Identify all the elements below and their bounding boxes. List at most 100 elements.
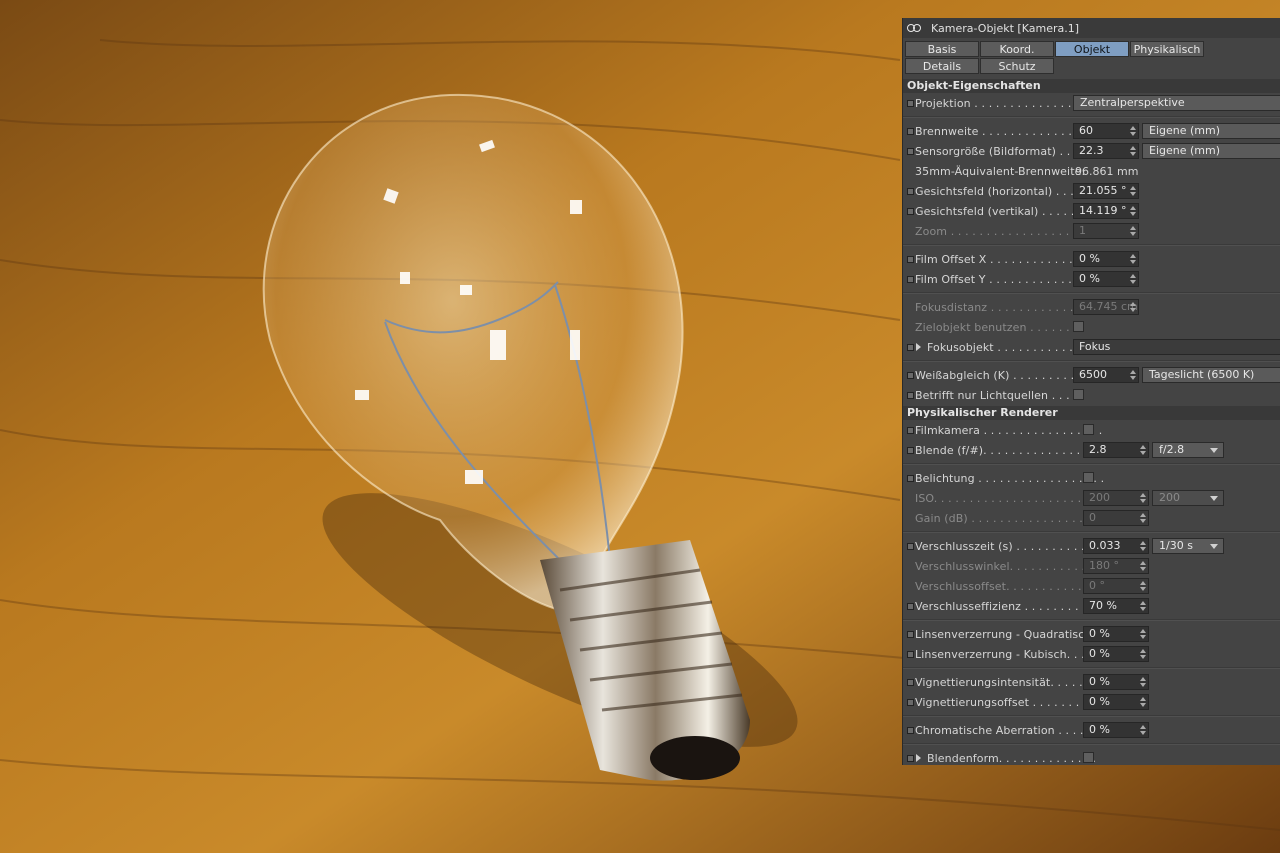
- attribute-manager-panel: Kamera-Objekt [Kamera.1] Basis Koord. Ob…: [902, 18, 1280, 765]
- tab-schutz[interactable]: Schutz: [980, 58, 1054, 74]
- spinner-arrows-icon[interactable]: [1140, 697, 1146, 707]
- spinner-arrows-icon: [1140, 513, 1146, 523]
- film-offset-y-input[interactable]: 0 %: [1073, 271, 1139, 287]
- exposure-checkbox[interactable]: [1083, 472, 1094, 483]
- spinner-arrows-icon[interactable]: [1140, 629, 1146, 639]
- shutter-offset-label: Verschlussoffset. . . . . . . . . . . .: [915, 580, 1089, 593]
- expand-triangle-icon[interactable]: [916, 754, 921, 762]
- animation-dot-icon[interactable]: [907, 475, 914, 482]
- film-camera-checkbox[interactable]: [1083, 424, 1094, 435]
- projection-dropdown[interactable]: Zentralperspektive: [1073, 95, 1280, 111]
- film-offset-y-value: 0 %: [1079, 272, 1100, 285]
- row-lights-only: Betrifft nur Lichtquellen . . . . .: [903, 385, 1280, 405]
- spinner-arrows-icon[interactable]: [1140, 541, 1146, 551]
- spinner-arrows-icon: [1140, 493, 1146, 503]
- vignette-offset-input[interactable]: 0 %: [1083, 694, 1149, 710]
- spinner-arrows-icon[interactable]: [1130, 274, 1136, 284]
- animation-dot-icon[interactable]: [907, 148, 914, 155]
- shutter-offset-value: 0 °: [1089, 579, 1105, 592]
- focus-object-link-field[interactable]: Fokus: [1073, 339, 1280, 355]
- focus-object-label: Fokusobjekt . . . . . . . . . . . . . .: [927, 341, 1095, 354]
- animation-dot-icon[interactable]: [907, 755, 914, 762]
- sensor-size-input[interactable]: 22.3: [1073, 143, 1139, 159]
- row-shutter-offset: Verschlussoffset. . . . . . . . . . . . …: [903, 576, 1280, 596]
- lens-quadratic-label: Linsenverzerrung - Quadratisch: [915, 628, 1092, 641]
- animation-dot-icon[interactable]: [907, 188, 914, 195]
- row-aperture: Blende (f/#). . . . . . . . . . . . . . …: [903, 440, 1280, 460]
- spinner-arrows-icon[interactable]: [1130, 126, 1136, 136]
- animation-dot-icon[interactable]: [907, 631, 914, 638]
- animation-dot-icon[interactable]: [907, 256, 914, 263]
- spinner-arrows-icon[interactable]: [1140, 725, 1146, 735]
- divider: [903, 715, 1280, 717]
- sensor-size-preset-dropdown[interactable]: Eigene (mm): [1142, 143, 1280, 159]
- film-offset-x-input[interactable]: 0 %: [1073, 251, 1139, 267]
- row-chromatic-aberration: Chromatische Aberration . . . . . 0 %: [903, 720, 1280, 740]
- projection-value: Zentralperspektive: [1080, 96, 1185, 109]
- divider: [903, 667, 1280, 669]
- lens-cubic-label: Linsenverzerrung - Kubisch. . . .: [915, 648, 1092, 661]
- fov-vertical-input[interactable]: 14.119 °: [1073, 203, 1139, 219]
- white-balance-value: 6500: [1079, 368, 1107, 381]
- animation-dot-icon[interactable]: [907, 651, 914, 658]
- spinner-arrows-icon[interactable]: [1130, 146, 1136, 156]
- spinner-arrows-icon[interactable]: [1130, 206, 1136, 216]
- spinner-arrows-icon[interactable]: [1140, 649, 1146, 659]
- film-offset-x-label: Film Offset X . . . . . . . . . . . . . …: [915, 253, 1088, 266]
- white-balance-label: Weißabgleich (K) . . . . . . . . . . .: [915, 369, 1089, 382]
- spinner-arrows-icon[interactable]: [1130, 254, 1136, 264]
- animation-dot-icon[interactable]: [907, 679, 914, 686]
- shutter-efficiency-input[interactable]: 70 %: [1083, 598, 1149, 614]
- animation-dot-icon[interactable]: [907, 276, 914, 283]
- row-zoom: Zoom . . . . . . . . . . . . . . . . . .…: [903, 221, 1280, 241]
- shutter-speed-preset-dropdown[interactable]: 1/30 s: [1152, 538, 1224, 554]
- row-shutter-speed: Verschlusszeit (s) . . . . . . . . . . .…: [903, 536, 1280, 556]
- aperture-shape-checkbox[interactable]: [1083, 752, 1094, 763]
- row-projection: Projektion . . . . . . . . . . . . . . .…: [903, 93, 1280, 113]
- animation-dot-icon[interactable]: [907, 208, 914, 215]
- iso-preset-dropdown: 200: [1152, 490, 1224, 506]
- vignette-intensity-input[interactable]: 0 %: [1083, 674, 1149, 690]
- fov-horizontal-input[interactable]: 21.055 °: [1073, 183, 1139, 199]
- vignette-intensity-value: 0 %: [1089, 675, 1110, 688]
- shutter-speed-input[interactable]: 0.033: [1083, 538, 1149, 554]
- lens-quadratic-value: 0 %: [1089, 627, 1110, 640]
- animation-dot-icon[interactable]: [907, 392, 914, 399]
- animation-dot-icon[interactable]: [907, 727, 914, 734]
- aperture-input[interactable]: 2.8: [1083, 442, 1149, 458]
- white-balance-input[interactable]: 6500: [1073, 367, 1139, 383]
- spinner-arrows-icon[interactable]: [1140, 677, 1146, 687]
- animation-dot-icon[interactable]: [907, 372, 914, 379]
- expand-triangle-icon[interactable]: [916, 343, 921, 351]
- aperture-preset-dropdown[interactable]: f/2.8: [1152, 442, 1224, 458]
- focal-length-input[interactable]: 60: [1073, 123, 1139, 139]
- lens-cubic-input[interactable]: 0 %: [1083, 646, 1149, 662]
- lights-only-checkbox[interactable]: [1073, 389, 1084, 400]
- equiv-focal-label: 35mm-Äquivalent-Brennweite:: [915, 165, 1086, 178]
- vignette-intensity-label: Vignettierungsintensität. . . . . .: [915, 676, 1090, 689]
- animation-dot-icon[interactable]: [907, 100, 914, 107]
- chromatic-aberration-input[interactable]: 0 %: [1083, 722, 1149, 738]
- animation-dot-icon[interactable]: [907, 603, 914, 610]
- animation-dot-icon[interactable]: [907, 447, 914, 454]
- spinner-arrows-icon[interactable]: [1140, 445, 1146, 455]
- tab-details[interactable]: Details: [905, 58, 979, 74]
- animation-dot-icon[interactable]: [907, 344, 914, 351]
- focal-length-preset-dropdown[interactable]: Eigene (mm): [1142, 123, 1280, 139]
- tab-physikalisch[interactable]: Physikalisch: [1130, 41, 1204, 57]
- spinner-arrows-icon[interactable]: [1130, 186, 1136, 196]
- animation-dot-icon[interactable]: [907, 699, 914, 706]
- tab-koord[interactable]: Koord.: [980, 41, 1054, 57]
- use-target-checkbox[interactable]: [1073, 321, 1084, 332]
- lens-quadratic-input[interactable]: 0 %: [1083, 626, 1149, 642]
- row-shutter-angle: Verschlusswinkel. . . . . . . . . . . . …: [903, 556, 1280, 576]
- animation-dot-icon[interactable]: [907, 427, 914, 434]
- tab-basis[interactable]: Basis: [905, 41, 979, 57]
- animation-dot-icon[interactable]: [907, 543, 914, 550]
- spinner-arrows-icon[interactable]: [1130, 370, 1136, 380]
- lens-cubic-value: 0 %: [1089, 647, 1110, 660]
- animation-dot-icon[interactable]: [907, 128, 914, 135]
- white-balance-preset-dropdown[interactable]: Tageslicht (6500 K): [1142, 367, 1280, 383]
- tab-objekt[interactable]: Objekt: [1055, 41, 1129, 57]
- spinner-arrows-icon[interactable]: [1140, 601, 1146, 611]
